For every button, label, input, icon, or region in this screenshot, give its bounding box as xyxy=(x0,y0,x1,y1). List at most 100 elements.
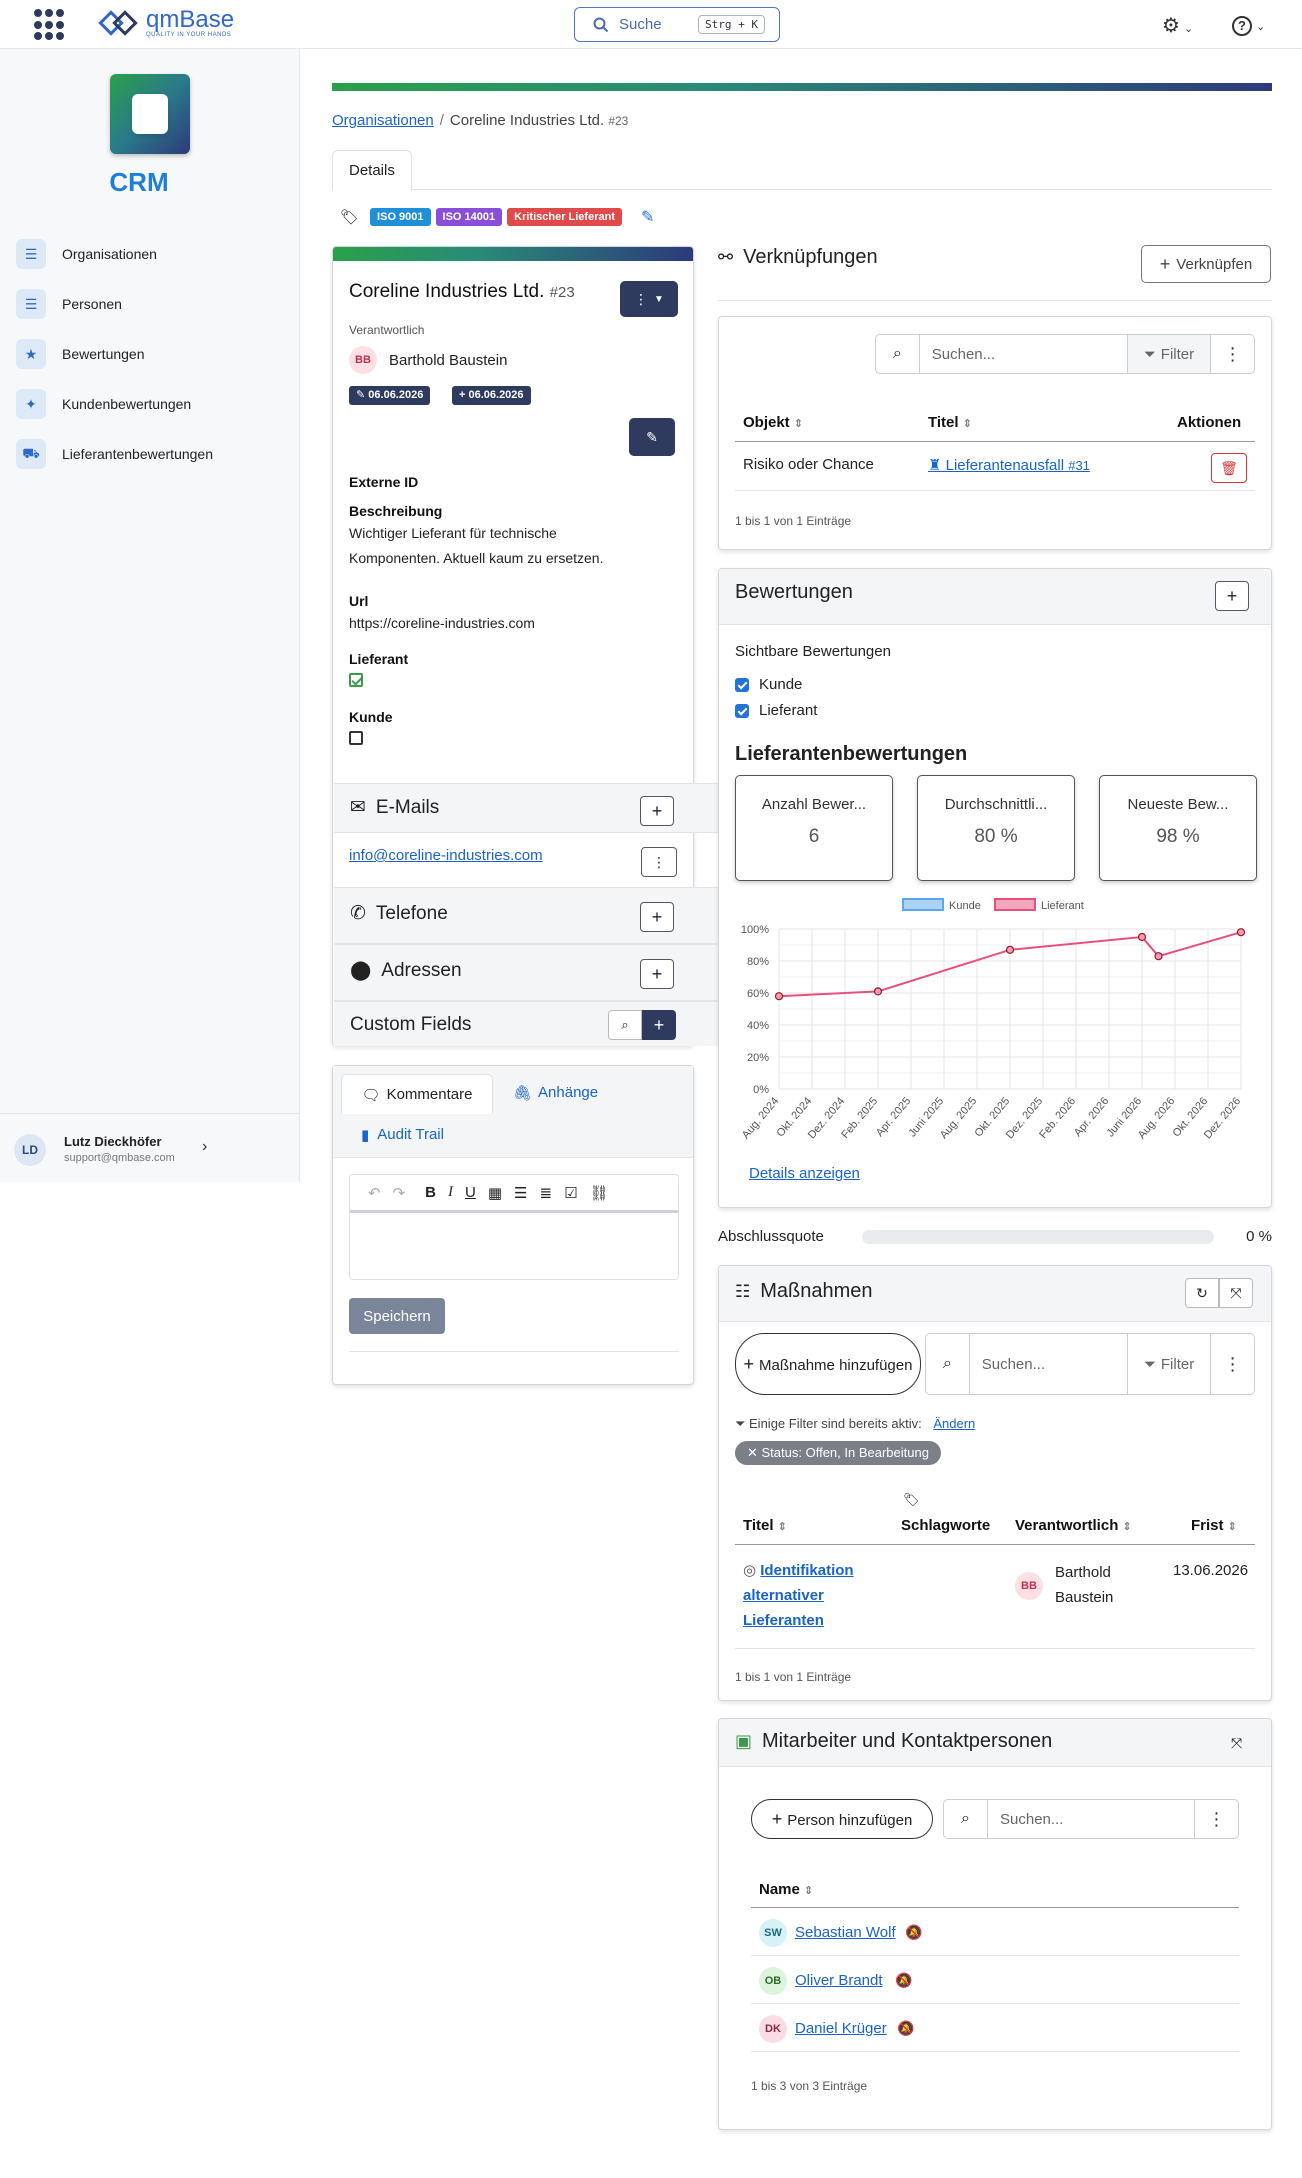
links-filter-button[interactable]: ⏷ Filter xyxy=(1126,335,1211,373)
column-header-title[interactable]: Titel ⇕ xyxy=(928,414,972,431)
person-link[interactable]: Oliver Brandt xyxy=(795,1972,883,1989)
sidebar-item-kundenbewertungen[interactable]: ✦ Kundenbewertungen xyxy=(16,389,286,419)
details-link[interactable]: Details anzeigen xyxy=(749,1165,860,1182)
links-more-button[interactable]: ⋮ xyxy=(1210,335,1254,373)
column-header-due[interactable]: Frist ⇕ xyxy=(1191,1517,1237,1534)
expand-button[interactable]: ⤧ xyxy=(1219,1278,1253,1308)
change-filter-link[interactable]: Ändern xyxy=(933,1416,975,1431)
email-link[interactable]: info@coreline-industries.com xyxy=(349,847,543,864)
column-header-title[interactable]: Titel ⇕ xyxy=(743,1517,787,1534)
add-person-button[interactable]: + Person hinzufügen xyxy=(751,1799,933,1839)
measure-title-link[interactable]: Identifikation alternativer Lieferanten xyxy=(743,1562,854,1629)
trash-icon: 🗑 xyxy=(1220,459,1238,476)
tab-attachments[interactable]: 🖇 Anhänge xyxy=(513,1084,598,1102)
bold-icon[interactable]: B xyxy=(425,1184,436,1201)
tab-audit-trail[interactable]: ▮ Audit Trail xyxy=(361,1126,444,1144)
italic-icon[interactable]: I xyxy=(448,1184,453,1201)
crm-app-tile[interactable] xyxy=(110,74,190,154)
bullet-list-icon[interactable]: ☰ xyxy=(514,1184,527,1202)
comments-card: 🗨 Kommentare 🖇 Anhänge ▮ Audit Trail ↶ ↷ B … xyxy=(332,1065,694,1385)
tab-details[interactable]: Details xyxy=(332,150,412,191)
numbered-list-icon[interactable]: ≣ xyxy=(539,1184,552,1202)
stat-card-count: Anzahl Bewer... 6 xyxy=(735,775,893,881)
customer-rating-checkbox[interactable] xyxy=(735,678,749,692)
filter-icon: ⏷ xyxy=(1143,345,1156,363)
sidebar-item-bewertungen[interactable]: ★ Bewertungen xyxy=(16,339,286,369)
person-link[interactable]: Sebastian Wolf xyxy=(795,1924,896,1941)
sidebar-item-personen[interactable]: ☰ Personen xyxy=(16,289,286,319)
staff-more-button[interactable]: ⋮ xyxy=(1194,1800,1238,1838)
links-search-group: ⌕ Suchen... ⏷ Filter ⋮ xyxy=(875,334,1255,374)
sort-icon: ⇕ xyxy=(803,1885,814,1897)
refresh-button[interactable]: ↻ xyxy=(1185,1278,1219,1308)
emails-section-header: ✉ E-Mails + xyxy=(334,783,720,833)
links-card: ⌕ Suchen... ⏷ Filter ⋮ Objekt ⇕ Titel ⇕ Akt… xyxy=(718,316,1272,550)
tag-badge[interactable]: ISO 14001 xyxy=(435,208,503,226)
sidebar-item-label: Personen xyxy=(62,296,122,312)
search-custom-fields-button[interactable]: ⌕ xyxy=(608,1010,642,1040)
column-header-object[interactable]: Objekt ⇕ xyxy=(743,414,803,431)
add-rating-button[interactable]: + xyxy=(1215,581,1249,611)
links-search-input[interactable]: Suchen... xyxy=(920,335,1127,373)
search-label: Suche xyxy=(619,16,662,33)
column-header-responsible[interactable]: Verantwortlich ⇕ xyxy=(1015,1517,1132,1534)
add-custom-field-button[interactable]: + xyxy=(642,1010,676,1040)
table-icon[interactable]: ▦ xyxy=(488,1184,502,1202)
measures-more-button[interactable]: ⋮ xyxy=(1210,1334,1254,1394)
avatar: SW xyxy=(759,1919,787,1947)
settings-menu-button[interactable]: ⚙ ⌄ xyxy=(1162,13,1193,38)
comment-editor[interactable]: ↶ ↷ B I U ▦ ☰ ≣ ☑ ⛓ xyxy=(349,1174,679,1280)
tab-comments[interactable]: 🗨 Kommentare xyxy=(341,1074,493,1114)
breadcrumb-root-link[interactable]: Organisationen xyxy=(332,112,434,129)
sidebar-item-lieferantenbewertungen[interactable]: ⛟ Lieferantenbewertungen xyxy=(16,439,286,469)
expand-icon[interactable]: ⤧ xyxy=(1231,1735,1242,1752)
divider xyxy=(735,1544,1255,1545)
supplier-rating-checkbox[interactable] xyxy=(735,704,749,718)
undo-icon[interactable]: ↶ xyxy=(368,1184,381,1202)
column-header-name[interactable]: Name ⇕ xyxy=(759,1881,813,1898)
addresses-section-header: ⬤ Adressen + xyxy=(334,944,720,1001)
measure-title-cell[interactable]: ◎ Identifikation alternativer Lieferante… xyxy=(743,1558,873,1633)
sidebar-item-organisationen[interactable]: ☰ Organisationen xyxy=(16,239,286,269)
link-title-cell[interactable]: ♜ Lieferantenausfall #31 xyxy=(928,456,1090,474)
delete-link-button[interactable]: 🗑 xyxy=(1211,453,1247,483)
header-gradient-bar xyxy=(332,83,1272,91)
save-comment-button[interactable]: Speichern xyxy=(349,1298,445,1334)
measures-filter-button[interactable]: ⏷ Filter xyxy=(1126,1334,1210,1394)
add-link-button[interactable]: + Verknüpfen xyxy=(1141,245,1271,283)
redo-icon[interactable]: ↷ xyxy=(393,1184,406,1202)
add-address-button[interactable]: + xyxy=(640,959,674,989)
measures-search-input[interactable]: Suchen... xyxy=(970,1334,1127,1394)
add-phone-button[interactable]: + xyxy=(640,902,674,932)
edit-org-button[interactable]: ✎ xyxy=(629,418,675,456)
help-menu-button[interactable]: ? ⌄ xyxy=(1232,13,1265,36)
plus-icon: + xyxy=(743,1353,760,1374)
add-measure-button[interactable]: + Maßnahme hinzufügen xyxy=(735,1333,921,1395)
link-icon[interactable]: ⛓ xyxy=(590,1184,609,1202)
chart-legend-swatch xyxy=(994,898,1036,911)
chart-data-point xyxy=(1137,932,1147,942)
staff-search-input[interactable]: Suchen... xyxy=(988,1800,1194,1838)
created-date-badge: + 06.06.2026 xyxy=(452,386,531,405)
checklist-icon[interactable]: ☑ xyxy=(564,1184,577,1202)
plus-icon: + xyxy=(1226,585,1238,606)
org-actions-dropdown-button[interactable]: ⋮ ▼ xyxy=(620,281,678,317)
tag-badge[interactable]: Kritischer Lieferant xyxy=(507,208,622,226)
truck-icon: ⛟ xyxy=(16,439,46,469)
phones-title: ✆ Telefone xyxy=(350,902,448,925)
person-link[interactable]: Daniel Krüger xyxy=(795,2020,887,2037)
logo[interactable]: qmBase QUALITY IN YOUR HANDS xyxy=(98,8,234,38)
description-label: Beschreibung xyxy=(349,503,443,519)
search-shortcut: Strg + K xyxy=(698,15,765,34)
app-grid-icon[interactable] xyxy=(34,9,66,41)
tag-badge[interactable]: ISO 9001 xyxy=(370,208,431,226)
user-menu[interactable]: LD Lutz Dieckhöfer support@qmbase.com › xyxy=(0,1113,300,1182)
add-email-button[interactable]: + xyxy=(640,796,674,826)
active-filter-note: ⏷ Einige Filter sind bereits aktiv: Ände… xyxy=(735,1416,976,1431)
email-options-button[interactable]: ⋮ xyxy=(641,847,677,877)
status-filter-badge[interactable]: ✕ Status: Offen, In Bearbeitung xyxy=(735,1441,941,1465)
underline-icon[interactable]: U xyxy=(465,1184,476,1201)
global-search-button[interactable]: Suche Strg + K xyxy=(574,7,780,42)
edit-tags-pencil-icon[interactable]: ✎ xyxy=(641,207,654,227)
filter-icon: ⏷ xyxy=(1143,1355,1156,1373)
